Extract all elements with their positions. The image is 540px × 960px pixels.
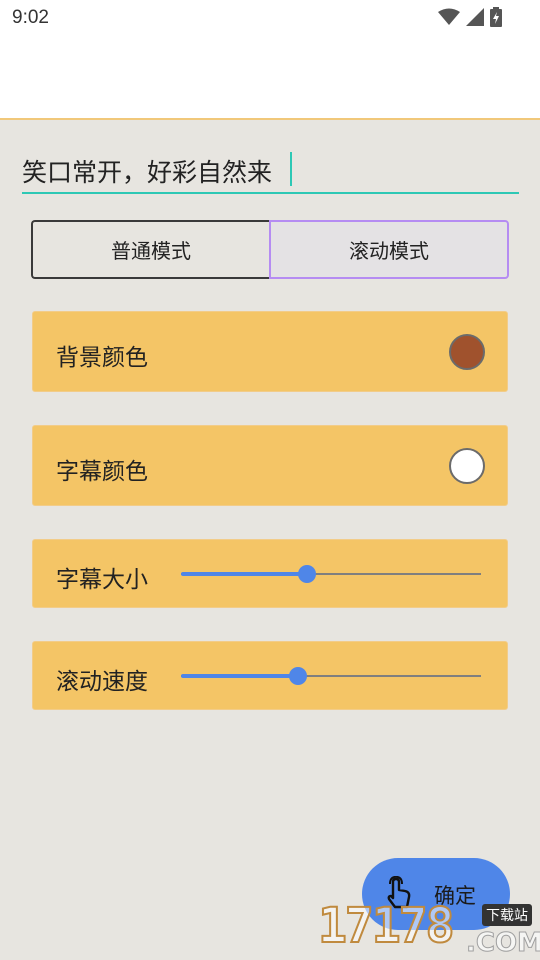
subtitle-color-row: 字幕颜色 xyxy=(32,425,508,506)
slider-fill xyxy=(181,674,298,678)
status-time: 9:02 xyxy=(12,7,49,28)
subtitle-color-swatch[interactable] xyxy=(449,448,485,484)
subtitle-size-row: 字幕大小 xyxy=(32,539,508,608)
slider-thumb[interactable] xyxy=(289,667,307,685)
scroll-speed-slider[interactable] xyxy=(181,666,481,686)
background-color-label: 背景颜色 xyxy=(56,345,148,371)
battery-charging-icon xyxy=(490,7,502,27)
cellular-signal-icon xyxy=(466,8,484,26)
watermark-number: 17178 xyxy=(317,897,455,955)
wifi-icon xyxy=(438,8,460,25)
subtitle-color-label: 字幕颜色 xyxy=(56,459,148,485)
subtitle-size-slider[interactable] xyxy=(181,564,481,584)
mode-toggle-group: 普通模式 滚动模式 xyxy=(31,220,509,279)
scroll-speed-label: 滚动速度 xyxy=(56,669,148,695)
status-bar: 9:02 xyxy=(0,0,540,120)
watermark-tag: 下载站 xyxy=(482,904,532,926)
background-color-row: 背景颜色 xyxy=(32,311,508,392)
subtitle-text-input[interactable] xyxy=(22,150,519,194)
scroll-speed-row: 滚动速度 xyxy=(32,641,508,710)
text-caret xyxy=(290,152,292,186)
watermark-domain: .COM xyxy=(466,928,540,959)
normal-mode-button[interactable]: 普通模式 xyxy=(31,220,269,279)
subtitle-size-label: 字幕大小 xyxy=(56,567,148,593)
status-icons xyxy=(438,6,502,28)
scroll-mode-button[interactable]: 滚动模式 xyxy=(269,220,509,279)
slider-fill xyxy=(181,572,307,576)
slider-thumb[interactable] xyxy=(298,565,316,583)
background-color-swatch[interactable] xyxy=(449,334,485,370)
watermark-logo: 17178 .COM 下载站 xyxy=(316,897,540,960)
